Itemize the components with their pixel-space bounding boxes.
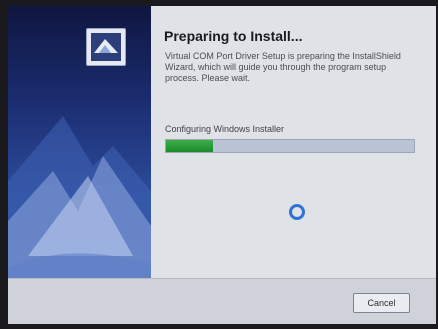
cancel-button[interactable]: Cancel	[353, 293, 410, 313]
progress-bar-fill	[166, 140, 214, 152]
loading-spinner-icon	[289, 204, 305, 220]
dialog-description: Virtual COM Port Driver Setup is prepari…	[165, 51, 401, 83]
dialog-title: Preparing to Install...	[164, 28, 303, 44]
progress-bar	[165, 139, 415, 153]
dialog-content: Preparing to Install... Virtual COM Port…	[151, 6, 436, 278]
side-graphic-panel	[8, 6, 151, 278]
installer-window: Preparing to Install... Virtual COM Port…	[8, 6, 436, 324]
status-text: Configuring Windows Installer	[165, 124, 285, 134]
installshield-logo-icon	[86, 28, 126, 66]
side-graphic	[8, 116, 151, 278]
